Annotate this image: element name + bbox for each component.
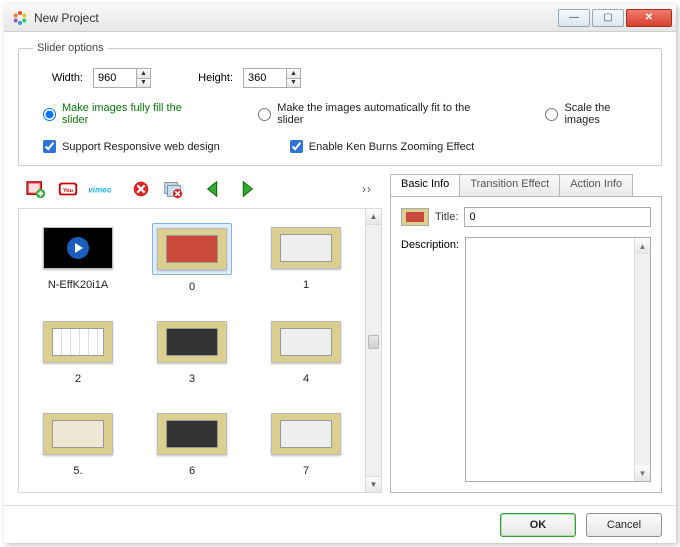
titlebar: New Project — ▢ ✕: [4, 4, 676, 32]
thumbnail-label: 1: [303, 279, 309, 291]
thumbnail-label: 0: [189, 281, 195, 293]
dialog-footer: OK Cancel: [4, 505, 676, 543]
check-kenburns[interactable]: [290, 140, 303, 153]
height-input[interactable]: [244, 69, 286, 87]
thumbnail-image: [157, 413, 227, 455]
thumbnail-image: [157, 228, 227, 270]
radio-fill[interactable]: [43, 108, 56, 121]
width-up-icon[interactable]: ▲: [137, 69, 150, 78]
desc-scroll-down-icon[interactable]: ▼: [635, 465, 650, 481]
move-left-icon[interactable]: [202, 177, 226, 201]
properties-pane: Basic Info Transition Effect Action Info…: [390, 174, 662, 493]
slider-options-legend: Slider options: [33, 42, 108, 54]
thumbnail-label: N-EffK20i1A: [48, 279, 108, 291]
width-down-icon[interactable]: ▼: [137, 78, 150, 88]
play-icon: [67, 237, 89, 259]
app-icon: [12, 10, 28, 26]
thumbnail-pane: You vimeo: [18, 174, 382, 493]
thumbnail-item[interactable]: 7: [257, 409, 355, 477]
youtube-icon[interactable]: You: [56, 177, 80, 201]
width-label: Width:: [33, 72, 83, 84]
ok-button[interactable]: OK: [500, 513, 576, 537]
radio-fill-label: Make images fully fill the slider: [62, 102, 208, 126]
scroll-down-icon[interactable]: ▼: [366, 476, 381, 492]
close-button[interactable]: ✕: [626, 9, 672, 27]
thumbnail-image: [43, 413, 113, 455]
height-up-icon[interactable]: ▲: [287, 69, 300, 78]
scroll-up-icon[interactable]: ▲: [366, 209, 381, 225]
thumbnail-image: [43, 227, 113, 269]
thumbnail-scrollbar[interactable]: ▲ ▼: [365, 209, 381, 492]
thumbnail-image: [271, 227, 341, 269]
thumbnail-image: [271, 321, 341, 363]
tab-action-info[interactable]: Action Info: [559, 174, 633, 196]
tab-transition-effect[interactable]: Transition Effect: [459, 174, 560, 196]
check-responsive[interactable]: [43, 140, 56, 153]
thumbnail-label: 6: [189, 465, 195, 477]
thumbnail-label: 7: [303, 465, 309, 477]
thumbnail-image: [43, 321, 113, 363]
slider-options-group: Slider options Width: ▲▼ Height: ▲▼ Make…: [18, 42, 662, 166]
title-input[interactable]: [464, 207, 651, 227]
radio-scale-label: Scale the images: [564, 102, 647, 126]
description-label: Description:: [401, 237, 459, 482]
thumbnail-item[interactable]: N-EffK20i1A: [29, 223, 127, 293]
maximize-button[interactable]: ▢: [592, 9, 624, 27]
svg-text:vimeo: vimeo: [89, 186, 111, 195]
thumbnail-label: 3: [189, 373, 195, 385]
thumbnail-item[interactable]: 1: [257, 223, 355, 293]
minimize-button[interactable]: —: [558, 9, 590, 27]
height-label: Height:: [183, 72, 233, 84]
desc-scroll-up-icon[interactable]: ▲: [635, 238, 650, 254]
check-kenburns-label: Enable Ken Burns Zooming Effect: [309, 141, 475, 153]
radio-fit[interactable]: [258, 108, 271, 121]
scroll-thumb[interactable]: [368, 335, 379, 349]
thumbnail-item[interactable]: 2: [29, 317, 127, 385]
radio-fit-label: Make the images automatically fit to the…: [277, 102, 495, 126]
thumbnail-item[interactable]: 3: [143, 317, 241, 385]
check-responsive-label: Support Responsive web design: [62, 141, 220, 153]
description-textarea[interactable]: ▲ ▼: [465, 237, 651, 482]
thumbnail-item[interactable]: 4: [257, 317, 355, 385]
toolbar-overflow-icon[interactable]: ››: [362, 182, 376, 196]
thumbnail-label: 4: [303, 373, 309, 385]
window-title: New Project: [34, 11, 558, 25]
delete-all-icon[interactable]: [161, 177, 185, 201]
delete-icon[interactable]: [129, 177, 153, 201]
thumbnail-label: 2: [75, 373, 81, 385]
thumbnail-item[interactable]: 6: [143, 409, 241, 477]
move-right-icon[interactable]: [234, 177, 258, 201]
thumbnail-item[interactable]: 5.: [29, 409, 127, 477]
tab-basic-info[interactable]: Basic Info: [390, 174, 460, 196]
svg-text:You: You: [63, 188, 73, 194]
vimeo-icon[interactable]: vimeo: [88, 177, 112, 201]
window: New Project — ▢ ✕ Slider options Width: …: [4, 4, 676, 543]
height-spinner[interactable]: ▲▼: [243, 68, 301, 88]
toolbar: You vimeo: [18, 174, 382, 204]
thumbnail-image: [157, 321, 227, 363]
radio-scale[interactable]: [545, 108, 558, 121]
thumbnail-label: 5.: [73, 465, 82, 477]
height-down-icon[interactable]: ▼: [287, 78, 300, 88]
width-spinner[interactable]: ▲▼: [93, 68, 151, 88]
add-image-icon[interactable]: [24, 177, 48, 201]
title-thumbnail-icon: [401, 208, 429, 226]
thumbnail-item[interactable]: 0: [143, 223, 241, 293]
thumbnail-image: [271, 413, 341, 455]
width-input[interactable]: [94, 69, 136, 87]
title-label: Title:: [435, 211, 458, 223]
cancel-button[interactable]: Cancel: [586, 513, 662, 537]
